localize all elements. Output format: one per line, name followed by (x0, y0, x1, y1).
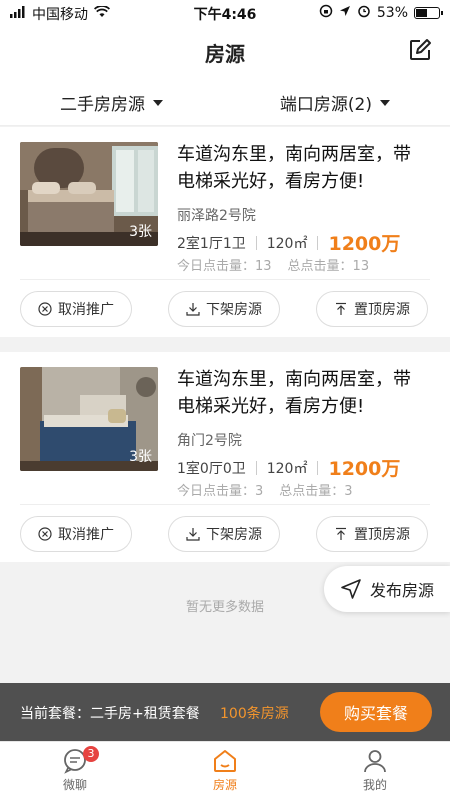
tab-bar: 3 微聊 房源 我的 (0, 741, 450, 800)
filter-port[interactable]: 端口房源(2) (280, 90, 390, 115)
listing-card[interactable]: 3张 车道沟东里，南向两居室，带电梯采光好，看房方便! 角门2号院 1室0厅0卫… (0, 352, 450, 562)
rotation-lock-icon (319, 4, 333, 22)
card-divider (20, 504, 430, 505)
button-label: 发布房源 (369, 581, 434, 600)
button-label: 置顶房源 (354, 302, 410, 318)
cancel-promo-button[interactable]: 取消推广 (20, 516, 132, 552)
caret-down-icon (153, 99, 163, 106)
listing-card[interactable]: 3张 车道沟东里，南向两居室，带电梯采光好，看房方便! 丽泽路2号院 2室1厅1… (0, 127, 450, 337)
listing-title[interactable]: 车道沟东里，南向两居室，带电梯采光好，看房方便! (177, 141, 427, 195)
delist-button[interactable]: 下架房源 (168, 291, 280, 327)
total-clicks: 总点击量：3 (279, 484, 353, 499)
unread-badge: 3 (83, 746, 99, 762)
filter-bar: 二手房房源 端口房源(2) (0, 74, 450, 126)
today-clicks: 今日点击量：3 (177, 484, 264, 499)
alarm-icon (357, 4, 371, 22)
tab-chat[interactable]: 3 微聊 (35, 746, 115, 793)
divider (255, 460, 257, 475)
package-quota: 100条房源 (220, 706, 289, 722)
listing-specs: 2室1厅1卫 120㎡ 1200万 (177, 229, 400, 256)
photo-count: 3张 (129, 449, 152, 465)
publish-listing-button[interactable]: 发布房源 (324, 566, 450, 612)
total-clicks: 总点击量：13 (287, 259, 370, 274)
send-icon (341, 579, 361, 599)
button-label: 取消推广 (58, 527, 114, 543)
pin-top-button[interactable]: 置顶房源 (316, 291, 428, 327)
listing-price: 1200万 (328, 233, 401, 255)
tab-profile[interactable]: 我的 (335, 748, 415, 793)
listing-specs: 1室0厅0卫 120㎡ 1200万 (177, 454, 400, 481)
listing-layout: 2室1厅1卫 (177, 235, 246, 252)
user-icon (364, 750, 386, 773)
listing-price: 1200万 (328, 458, 401, 480)
tab-label: 我的 (362, 778, 387, 792)
listing-address: 角门2号院 (177, 433, 242, 449)
listing-address: 丽泽路2号院 (177, 208, 256, 224)
download-icon (186, 303, 200, 316)
pin-top-icon (336, 527, 346, 540)
button-label: 下架房源 (206, 302, 262, 318)
filter-label: 二手房房源 (60, 95, 145, 115)
listing-area: 120㎡ (266, 235, 308, 252)
edit-icon[interactable] (408, 38, 432, 62)
download-icon (186, 528, 200, 541)
listing-photo[interactable]: 3张 (20, 367, 158, 471)
location-icon (339, 5, 351, 21)
cancel-circle-icon (38, 527, 52, 541)
cancel-promo-button[interactable]: 取消推广 (20, 291, 132, 327)
tab-label: 微聊 (62, 778, 87, 792)
battery-fill (416, 9, 427, 17)
package-bar: 当前套餐：二手房+租赁套餐 100条房源 购买套餐 (0, 683, 450, 741)
page-title: 房源 (205, 42, 245, 66)
listing-layout: 1室0厅0卫 (177, 460, 246, 477)
photo-count: 3张 (129, 224, 152, 240)
divider (317, 235, 319, 250)
tab-listings[interactable]: 房源 (185, 748, 265, 793)
pin-top-button[interactable]: 置顶房源 (316, 516, 428, 552)
listing-area: 120㎡ (266, 460, 308, 477)
caret-down-icon (380, 99, 390, 106)
filter-secondhand[interactable]: 二手房房源 (60, 90, 163, 115)
battery-icon (414, 7, 443, 19)
battery-percent: 53% (376, 5, 408, 21)
listing-stats: 今日点击量：3 总点击量：3 (177, 480, 353, 499)
today-clicks: 今日点击量：13 (177, 259, 272, 274)
divider (317, 460, 319, 475)
listing-stats: 今日点击量：13 总点击量：13 (177, 255, 369, 274)
delist-button[interactable]: 下架房源 (168, 516, 280, 552)
listing-photo[interactable]: 3张 (20, 142, 158, 246)
home-icon (214, 750, 236, 772)
buy-package-button[interactable]: 购买套餐 (320, 692, 432, 732)
listing-title[interactable]: 车道沟东里，南向两居室，带电梯采光好，看房方便! (177, 366, 427, 420)
status-bar: 中国移动 下午4:46 53% (0, 0, 450, 26)
card-divider (20, 279, 430, 280)
pin-top-icon (336, 302, 346, 315)
filter-label: 端口房源(2) (279, 95, 372, 115)
divider (255, 235, 257, 250)
cancel-circle-icon (38, 302, 52, 316)
tab-label: 房源 (212, 778, 237, 792)
button-label: 取消推广 (58, 302, 114, 318)
button-label: 下架房源 (206, 527, 262, 543)
nav-bar: 房源 (0, 26, 450, 74)
button-label: 置顶房源 (354, 527, 410, 543)
status-right: 53% (319, 4, 443, 22)
current-package-label: 当前套餐：二手房+租赁套餐 (20, 706, 200, 722)
